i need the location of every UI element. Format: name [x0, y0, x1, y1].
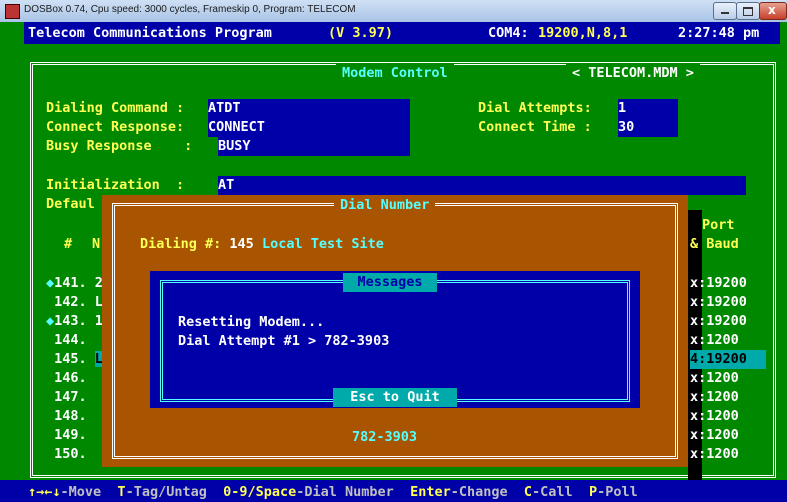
baud-cell: x:1200: [690, 408, 739, 424]
clock: 2:27:48 pm: [678, 25, 760, 41]
minimize-button[interactable]: [713, 2, 737, 20]
dialing-command-label: Dialing Command :: [46, 100, 185, 116]
messages-title: Messages: [343, 273, 437, 292]
table-row[interactable]: 150.: [46, 445, 103, 464]
baud-cell: x:1200: [690, 370, 739, 386]
dos-screen: Telecom Communications Program (V 3.97) …: [0, 22, 787, 502]
close-icon: x: [768, 3, 776, 17]
dialing-command-field[interactable]: ATDT: [208, 99, 410, 118]
dial-attempts-field[interactable]: 1: [618, 99, 678, 118]
table-row[interactable]: 145. L: [46, 350, 103, 369]
baud-cell: x:19200: [690, 294, 747, 310]
status-hints: ↑→←↓-Move T-Tag/Untag 0-9/Space-Dial Num…: [28, 484, 638, 500]
initialization-field[interactable]: AT: [218, 176, 746, 195]
initialization-label: Initialization :: [46, 177, 185, 193]
dial-attempts-label: Dial Attempts:: [478, 100, 592, 116]
dosbox-app-icon: [5, 4, 20, 19]
window-titlebar: DOSBox 0.74, Cpu speed: 3000 cycles, Fra…: [0, 0, 787, 22]
busy-response-label: Busy Response :: [46, 138, 193, 154]
col-name-header: N: [92, 236, 101, 252]
maximize-button[interactable]: [736, 2, 760, 20]
busy-response-field[interactable]: BUSY: [218, 137, 410, 156]
dial-dialog-title: Dial Number: [334, 196, 436, 215]
table-row[interactable]: 142. L: [46, 293, 103, 312]
baud-cell-selected: 4:19200: [690, 350, 766, 369]
esc-quit-button[interactable]: Esc to Quit: [333, 388, 457, 407]
message-line: Dial Attempt #1 > 782-3903: [178, 333, 390, 349]
table-row[interactable]: 149.: [46, 426, 103, 445]
phone-number: 782-3903: [352, 429, 418, 445]
default-label: Defaul: [46, 196, 95, 212]
dialing-label: Dialing #:: [140, 236, 222, 252]
connect-time-label: Connect Time :: [478, 119, 592, 135]
table-row[interactable]: 144.: [46, 331, 103, 350]
dial-list-left: ◆141. 2 142. L ◆143. 1 144. 145. L 146. …: [46, 274, 103, 464]
dialing-line: Dialing #: 145 Local Test Site: [140, 235, 384, 254]
minimize-icon: [721, 12, 729, 14]
connect-response-field[interactable]: CONNECT: [208, 118, 410, 137]
baud-cell: x:1200: [690, 446, 739, 462]
panel-file: < TELECOM.MDM >: [566, 64, 700, 83]
com-port: COM4:: [488, 25, 529, 41]
message-line: Resetting Modem...: [178, 314, 325, 330]
table-row[interactable]: ◆143. 1: [46, 312, 103, 331]
baud-cell: x:19200: [690, 313, 747, 329]
close-button[interactable]: x: [759, 2, 787, 20]
dialing-name: Local Test Site: [261, 236, 384, 252]
baud-cell: x:19200: [690, 275, 747, 291]
table-row[interactable]: 148.: [46, 407, 103, 426]
com-settings: 19200,N,8,1: [538, 25, 628, 41]
baud-cell: x:1200: [690, 427, 739, 443]
col-baud-header: & Baud: [690, 236, 739, 252]
table-row[interactable]: ◆141. 2: [46, 274, 103, 293]
maximize-icon: [743, 7, 753, 16]
baud-cell: x:1200: [690, 332, 739, 348]
table-row[interactable]: 146.: [46, 369, 103, 388]
col-port-header: Port: [702, 217, 735, 233]
table-row[interactable]: 147.: [46, 388, 103, 407]
dialing-number: 145: [229, 236, 254, 252]
baud-column: x:19200 x:19200 x:19200 x:1200 4:19200 x…: [690, 274, 766, 464]
col-number-header: #: [64, 236, 73, 252]
panel-title: Modem Control: [336, 64, 454, 83]
window-title: DOSBox 0.74, Cpu speed: 3000 cycles, Fra…: [24, 4, 356, 15]
baud-cell: x:1200: [690, 389, 739, 405]
connect-response-label: Connect Response:: [46, 119, 185, 135]
connect-time-field[interactable]: 30: [618, 118, 678, 137]
app-version: (V 3.97): [328, 25, 394, 41]
app-title: Telecom Communications Program: [28, 25, 272, 41]
